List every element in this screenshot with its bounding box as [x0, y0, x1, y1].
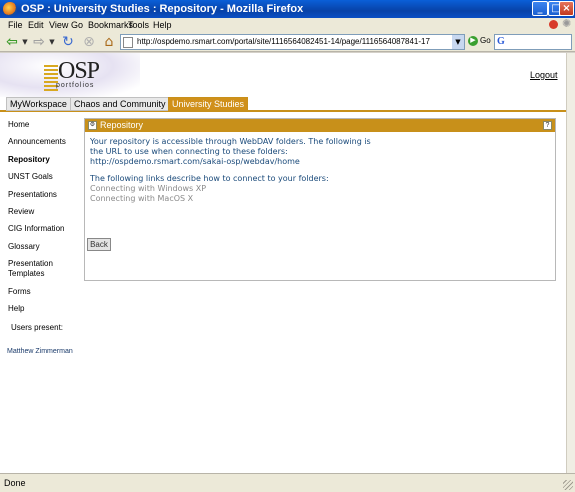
go-button[interactable]: ▶ Go — [468, 35, 492, 49]
portlet-header: ⚙ Repository ? — [85, 119, 555, 132]
window-title: OSP : University Studies : Repository - … — [21, 3, 304, 15]
back-button[interactable]: Back — [87, 238, 111, 251]
menu-file[interactable]: File — [8, 20, 23, 30]
nav-glossary[interactable]: Glossary — [8, 242, 40, 252]
nav-presentation-templates[interactable]: Presentation Templates — [8, 259, 68, 279]
menu-edit[interactable]: Edit — [28, 20, 44, 30]
webdav-url: http://ospdemo.rsmart.com/sakai-osp/webd… — [90, 157, 300, 166]
repository-intro-line2: the URL to use when connecting to these … — [90, 147, 288, 156]
repository-portlet: ⚙ Repository ? Your repository is access… — [84, 118, 556, 281]
user-present-name[interactable]: Matthew Zimmerman — [7, 348, 73, 355]
macos-x-link[interactable]: Connecting with MacOS X — [90, 194, 550, 204]
menu-tools[interactable]: Tools — [128, 20, 149, 30]
page-viewport: OSP portfolios Logout MyWorkspace Chaos … — [0, 53, 566, 473]
url-input[interactable]: http://ospdemo.rsmart.com/portal/site/11… — [120, 34, 465, 50]
firefox-icon — [3, 2, 17, 16]
vertical-scrollbar[interactable] — [566, 53, 575, 473]
back-history-chevron-icon[interactable]: ▼ — [21, 34, 29, 50]
reset-tool-icon[interactable]: ⚙ — [88, 121, 97, 130]
tab-chaos-and-community[interactable]: Chaos and Community — [70, 97, 170, 111]
logo-subtitle: portfolios — [56, 82, 95, 89]
search-input[interactable]: G — [494, 34, 572, 50]
repository-intro-line1: Your repository is accessible through We… — [90, 137, 371, 146]
go-arrow-icon: ▶ — [468, 36, 478, 46]
site-tabs: MyWorkspace Chaos and Community Universi… — [0, 97, 566, 112]
nav-presentations[interactable]: Presentations — [8, 190, 57, 200]
throbber-icon: ✺ — [562, 18, 572, 30]
portlet-body: Your repository is accessible through We… — [90, 137, 550, 204]
url-text[interactable]: http://ospdemo.rsmart.com/portal/site/11… — [137, 37, 430, 46]
nav-cig-information[interactable]: CIG Information — [8, 224, 64, 234]
osp-logo[interactable]: OSP — [58, 58, 100, 85]
menu-bar: File Edit View Go Bookmarks Tools Help ✺ — [0, 18, 575, 32]
reload-icon[interactable]: ↻ — [60, 34, 76, 50]
status-text: Done — [4, 478, 26, 488]
google-search-icon[interactable]: G — [497, 36, 505, 47]
nav-unst-goals[interactable]: UNST Goals — [8, 172, 53, 182]
help-icon[interactable]: ? — [543, 121, 552, 130]
extension-stop-icon[interactable] — [549, 20, 558, 29]
menu-view[interactable]: View — [49, 20, 68, 30]
logout-link[interactable]: Logout — [530, 70, 558, 80]
tab-university-studies[interactable]: University Studies — [168, 97, 249, 111]
back-arrow-icon[interactable]: ⇦ — [4, 34, 20, 50]
users-present-label: Users present: — [11, 323, 64, 332]
minimize-button[interactable]: _ — [532, 1, 548, 16]
menu-help[interactable]: Help — [153, 20, 172, 30]
close-button[interactable]: × — [559, 1, 574, 16]
menu-go[interactable]: Go — [71, 20, 83, 30]
nav-announcements[interactable]: Announcements — [8, 137, 66, 147]
nav-review[interactable]: Review — [8, 207, 34, 217]
site-header: OSP portfolios Logout — [0, 53, 566, 97]
home-icon[interactable]: ⌂ — [101, 34, 117, 50]
instructions-text: The following links describe how to conn… — [90, 174, 329, 183]
nav-forms[interactable]: Forms — [8, 287, 31, 297]
nav-repository[interactable]: Repository — [8, 155, 50, 165]
windows-xp-link[interactable]: Connecting with Windows XP — [90, 184, 550, 194]
window-titlebar[interactable]: OSP : University Studies : Repository - … — [0, 0, 575, 18]
resize-grip-icon[interactable] — [563, 480, 573, 490]
forward-arrow-icon[interactable]: ⇨ — [31, 34, 47, 50]
status-bar: Done — [0, 473, 575, 492]
portlet-title: Repository — [100, 120, 144, 130]
menu-bookmarks[interactable]: Bookmarks — [88, 20, 133, 30]
tab-myworkspace[interactable]: MyWorkspace — [6, 97, 71, 111]
stop-icon[interactable]: ⊗ — [81, 34, 97, 50]
navigation-toolbar: ⇦ ▼ ⇨ ▼ ↻ ⊗ ⌂ http://ospdemo.rsmart.com/… — [0, 32, 575, 52]
nav-home[interactable]: Home — [8, 120, 29, 130]
url-dropdown-chevron-icon[interactable]: ▼ — [452, 35, 464, 49]
forward-history-chevron-icon[interactable]: ▼ — [48, 34, 56, 50]
page-icon — [123, 37, 133, 48]
nav-help[interactable]: Help — [8, 304, 24, 314]
